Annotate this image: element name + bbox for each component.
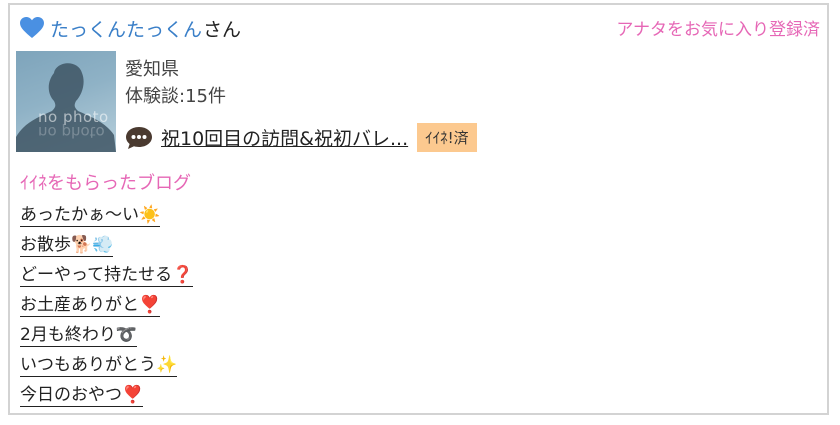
- list-item: 今日のおやつ❣️: [20, 382, 193, 412]
- list-item: いつもありがとう✨: [20, 352, 193, 382]
- blog-link[interactable]: お土産ありがと❣️: [20, 295, 161, 317]
- list-item: お散歩🐕💨: [20, 232, 193, 262]
- liked-blogs-heading: ｲｲﾈをもらったブログ: [20, 173, 191, 194]
- profile-info: 愛知県 体験談:15件: [125, 56, 226, 110]
- list-item: どーやって持たせる❓: [20, 262, 194, 292]
- favorite-status: アナタをお気に入り登録済: [616, 20, 820, 40]
- blog-link[interactable]: 2月も終わり➰: [20, 325, 137, 347]
- list-item: あったかぁ〜い☀️: [20, 202, 193, 232]
- no-photo-reflection: no photo: [38, 123, 105, 141]
- latest-post: 祝10回目の訪問&祝初バレ... ｲｲﾈ!済: [125, 123, 477, 152]
- honorific-label: さん: [203, 18, 242, 41]
- blog-link[interactable]: お散歩🐕💨: [20, 235, 114, 257]
- speech-bubble-icon: [126, 126, 152, 149]
- blog-link[interactable]: どーやって持たせる❓: [20, 265, 194, 287]
- latest-post-link[interactable]: 祝10回目の訪問&祝初バレ...: [161, 124, 408, 151]
- list-item: 2月も終わり➰: [20, 322, 193, 352]
- iine-status-badge: ｲｲﾈ!済: [417, 123, 477, 152]
- list-item: お土産ありがと❣️: [20, 292, 193, 322]
- blog-link[interactable]: いつもありがとう✨: [20, 355, 178, 377]
- avatar[interactable]: no photo no photo: [16, 51, 116, 152]
- prefecture: 愛知県: [125, 59, 179, 80]
- blog-link[interactable]: あったかぁ〜い☀️: [20, 205, 161, 227]
- liked-blogs-list: あったかぁ〜い☀️ お散歩🐕💨 どーやって持たせる❓ お土産ありがと❣️ 2月も…: [20, 202, 194, 412]
- username-link[interactable]: たっくんたっくん: [50, 15, 202, 42]
- heart-icon: [20, 17, 44, 38]
- blog-link[interactable]: 今日のおやつ❣️: [20, 385, 144, 407]
- experience-count: 体験談:15件: [125, 86, 226, 107]
- user-card: たっくんたっくん さん アナタをお気に入り登録済 no photo no pho…: [8, 3, 829, 415]
- card-header: たっくんたっくん さん: [20, 13, 241, 43]
